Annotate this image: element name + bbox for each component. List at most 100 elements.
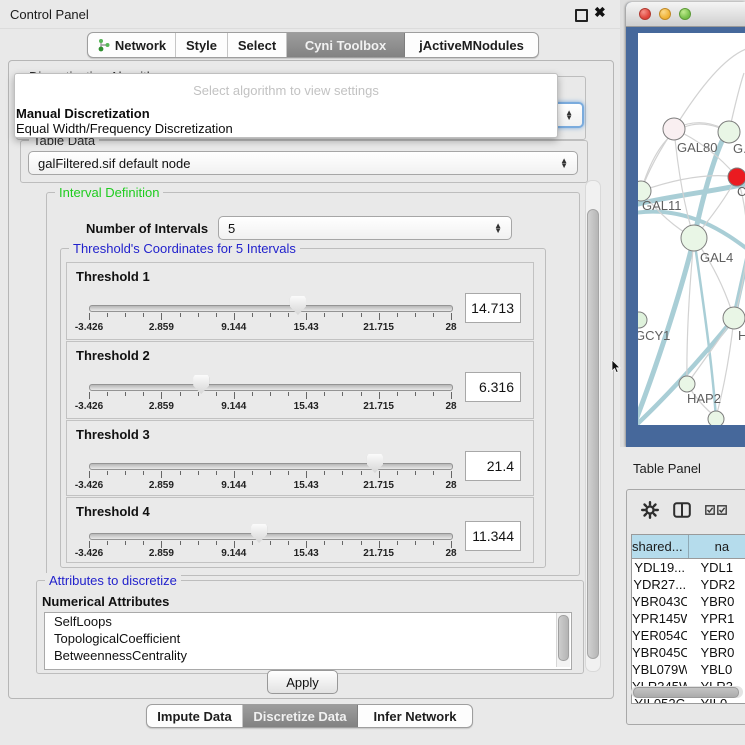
- threshold-2-slider-track[interactable]: [89, 384, 453, 391]
- number-of-intervals-spinner[interactable]: 5 ▲▼: [218, 216, 512, 240]
- threshold-3-panel: Threshold 3 -3.4262.8599.14415.4321.7152…: [66, 420, 534, 496]
- cell-name[interactable]: YER0: [687, 627, 745, 644]
- cell-name[interactable]: YDR2: [687, 576, 745, 593]
- table-row[interactable]: YDL19...YDL1: [632, 559, 745, 576]
- panel-scrollbar-thumb[interactable]: [587, 209, 599, 659]
- tab-jactivemnodules-label: jActiveMNodules: [419, 38, 524, 53]
- apply-button[interactable]: Apply: [267, 670, 338, 694]
- cell-shared-name[interactable]: YPR145W: [632, 610, 687, 627]
- cell-name[interactable]: YPR1: [687, 610, 745, 627]
- algorithm-option-manual[interactable]: Manual Discretization: [16, 106, 150, 121]
- node-bottom[interactable]: [708, 411, 724, 425]
- numerical-attributes-list[interactable]: SelfLoopsTopologicalCoefficientBetweenne…: [44, 612, 572, 670]
- node-label-partial-h: H: [738, 328, 745, 343]
- threshold-2-tick-labels: -3.4262.8599.14415.4321.71528: [89, 401, 451, 413]
- zoom-traffic-light-icon[interactable]: [679, 8, 691, 20]
- cell-shared-name[interactable]: YDL19...: [632, 559, 687, 576]
- node-top-right[interactable]: [718, 121, 740, 143]
- threshold-2-tick-marks: [89, 392, 451, 400]
- tab-select[interactable]: Select: [228, 33, 287, 57]
- table-row[interactable]: YDR27...YDR2: [632, 576, 745, 593]
- cell-shared-name[interactable]: YDR27...: [632, 576, 687, 593]
- node-hap2[interactable]: [679, 376, 695, 392]
- float-window-icon[interactable]: [575, 9, 588, 22]
- top-tab-bar: Network Style Select Cyni Toolbox jActiv…: [87, 32, 539, 58]
- threshold-2-value-field[interactable]: 6.316: [465, 372, 521, 402]
- threshold-3-value-field[interactable]: 21.4: [465, 451, 521, 481]
- network-icon: [97, 38, 111, 52]
- threshold-3-label: Threshold 3: [76, 427, 150, 442]
- cell-name[interactable]: YBR0: [687, 644, 745, 661]
- table-row[interactable]: YBR045CYBR0: [632, 644, 745, 661]
- table-hscrollbar-thumb[interactable]: [633, 687, 739, 698]
- network-view-window: GAL80 G. C GAL11 GAL4 GCY1 H HAP2: [626, 2, 745, 447]
- threshold-4-tick-labels: -3.4262.8599.14415.4321.71528: [89, 548, 451, 560]
- column-header-name[interactable]: na: [689, 535, 745, 558]
- threshold-3-tick-labels: -3.4262.8599.14415.4321.71528: [89, 480, 451, 492]
- minimize-traffic-light-icon[interactable]: [659, 8, 671, 20]
- split-columns-icon[interactable]: [673, 502, 691, 518]
- mouse-cursor: [611, 360, 621, 374]
- tab-select-label: Select: [238, 38, 276, 53]
- node-label-hap2: HAP2: [687, 391, 721, 406]
- threshold-1-panel: Threshold 1 -3.4262.8599.14415.4321.7152…: [66, 262, 534, 340]
- network-window-titlebar[interactable]: [626, 2, 745, 27]
- threshold-1-slider-track[interactable]: [89, 305, 453, 312]
- attribute-list-item[interactable]: BetweennessCentrality: [45, 647, 571, 664]
- table-row[interactable]: YPR145WYPR1: [632, 610, 745, 627]
- checkbox-icon[interactable]: [705, 505, 715, 515]
- node-label-gal11: GAL11: [642, 198, 682, 213]
- cell-shared-name[interactable]: YBL079W: [632, 661, 687, 678]
- network-graph: GAL80 G. C GAL11 GAL4 GCY1 H HAP2: [638, 33, 745, 425]
- threshold-1-value-field[interactable]: 14.713: [465, 293, 521, 323]
- threshold-3-slider-track[interactable]: [89, 463, 453, 470]
- cell-shared-name[interactable]: YBR043C: [632, 593, 687, 610]
- cell-name[interactable]: YDL1: [687, 559, 745, 576]
- node-right[interactable]: [723, 307, 745, 329]
- cell-shared-name[interactable]: YBR045C: [632, 644, 687, 661]
- attribute-list-item[interactable]: SelfLoops: [45, 613, 571, 630]
- tab-cyni-toolbox[interactable]: Cyni Toolbox: [287, 33, 405, 57]
- tab-style-label: Style: [186, 38, 217, 53]
- threshold-4-value-field[interactable]: 11.344: [465, 521, 521, 551]
- tab-infer-network[interactable]: Infer Network: [358, 705, 472, 727]
- table-row[interactable]: YER054CYER0: [632, 627, 745, 644]
- threshold-1-tick-marks: [89, 313, 451, 321]
- tab-style[interactable]: Style: [176, 33, 228, 57]
- node-label-gcy1: GCY1: [638, 328, 670, 343]
- node-gal80[interactable]: [663, 118, 685, 140]
- node-gal4[interactable]: [681, 225, 707, 251]
- algorithm-dropdown-popup: Select algorithm to view settings Manual…: [14, 73, 558, 138]
- table-horizontal-scrollbar[interactable]: [631, 686, 743, 698]
- node-label-gal80: GAL80: [677, 140, 717, 155]
- table-data-combobox[interactable]: galFiltered.sif default node ▲▼: [28, 151, 578, 175]
- tab-impute-data[interactable]: Impute Data: [147, 705, 243, 727]
- threshold-1-tick-labels: -3.4262.8599.14415.4321.71528: [89, 322, 451, 334]
- node-gcy1[interactable]: [638, 312, 647, 328]
- threshold-4-slider-track[interactable]: [89, 533, 453, 540]
- attributes-scrollbar-thumb[interactable]: [558, 615, 569, 661]
- algorithm-option-equal-width[interactable]: Equal Width/Frequency Discretization: [16, 121, 233, 136]
- tab-infer-network-label: Infer Network: [373, 709, 456, 724]
- threshold-3-tick-marks: [89, 471, 451, 479]
- numerical-attributes-label: Numerical Attributes: [42, 594, 169, 609]
- cell-name[interactable]: YBL0: [687, 661, 745, 678]
- thresholds-group-title: Threshold's Coordinates for 5 Intervals: [69, 241, 300, 256]
- checkbox-icon[interactable]: [717, 505, 727, 515]
- panel-scrollbar[interactable]: [585, 180, 601, 672]
- gear-icon[interactable]: [641, 501, 659, 519]
- tab-discretize-data[interactable]: Discretize Data: [243, 705, 358, 727]
- cell-shared-name[interactable]: YER054C: [632, 627, 687, 644]
- attributes-list-scrollbar[interactable]: [556, 613, 570, 667]
- tab-network[interactable]: Network: [88, 33, 176, 57]
- network-canvas[interactable]: GAL80 G. C GAL11 GAL4 GCY1 H HAP2: [638, 33, 745, 425]
- tab-jactivemnodules[interactable]: jActiveMNodules: [405, 33, 538, 57]
- node-label-partial-g: G.: [733, 141, 745, 156]
- close-icon[interactable]: ✖: [594, 4, 606, 21]
- cell-name[interactable]: YBR0: [687, 593, 745, 610]
- table-row[interactable]: YBR043CYBR0: [632, 593, 745, 610]
- attribute-list-item[interactable]: TopologicalCoefficient: [45, 630, 571, 647]
- close-traffic-light-icon[interactable]: [639, 8, 651, 20]
- table-row[interactable]: YBL079WYBL0: [632, 661, 745, 678]
- column-header-shared-name[interactable]: shared...: [632, 535, 689, 558]
